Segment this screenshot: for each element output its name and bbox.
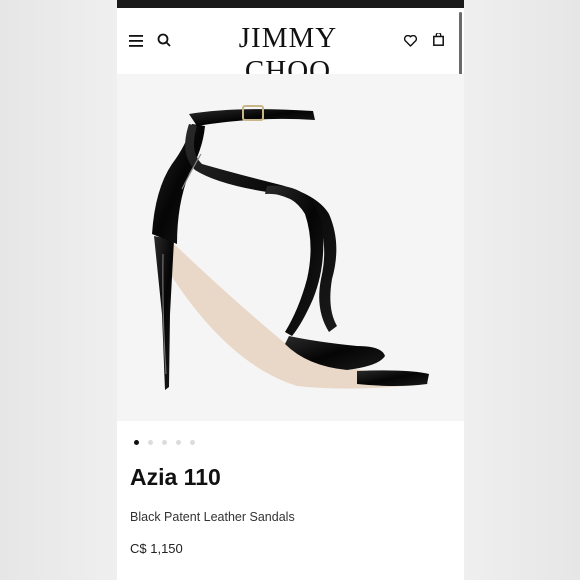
menu-icon[interactable] <box>129 34 143 52</box>
background-right <box>464 0 580 580</box>
product-price: C$ 1,150 <box>130 541 183 556</box>
pagination-dot[interactable] <box>190 439 195 445</box>
product-image[interactable] <box>117 74 464 421</box>
image-pagination <box>134 437 195 447</box>
product-name: Azia 110 <box>130 464 221 490</box>
status-bar <box>117 0 464 8</box>
pagination-dot[interactable] <box>176 439 181 445</box>
pagination-dot[interactable] <box>134 439 139 445</box>
product-description: Black Patent Leather Sandals <box>130 510 295 524</box>
sandal-image <box>152 105 429 390</box>
search-icon[interactable] <box>157 33 171 52</box>
pagination-dot[interactable] <box>148 439 153 445</box>
phone-screen: JIMMY CHOO Azia 110 Black Patent Leather… <box>117 0 464 580</box>
heart-icon[interactable] <box>403 34 418 52</box>
shopping-bag-icon[interactable] <box>433 32 444 51</box>
background-left <box>0 0 117 580</box>
pagination-dot[interactable] <box>162 439 167 445</box>
site-header: JIMMY CHOO <box>117 8 464 87</box>
